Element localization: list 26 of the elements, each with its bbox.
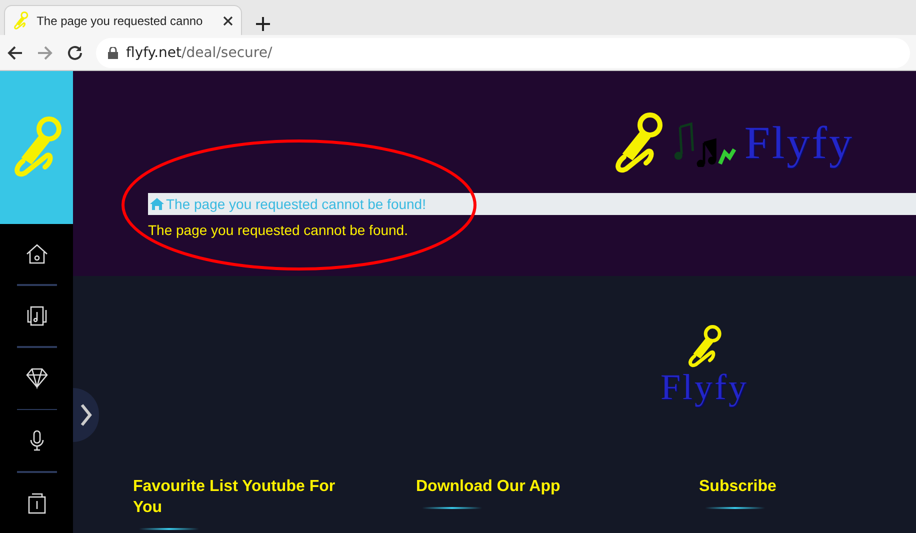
footer-heading: Subscribe — [699, 477, 778, 497]
music-notes-icon — [672, 119, 736, 167]
close-icon[interactable] — [223, 16, 233, 26]
browser-tab[interactable]: The page you requested canno — [4, 5, 242, 35]
diamond-icon — [24, 366, 48, 390]
microphone-icon — [13, 10, 29, 30]
breadcrumb-text: The page you requested cannot be found! — [166, 196, 426, 212]
logo-text: Flyfy — [660, 368, 748, 405]
lock-icon — [108, 46, 118, 58]
microphone-icon — [686, 324, 723, 369]
url-host: flyfy.net — [126, 44, 182, 60]
footer-heading: Download Our App — [416, 477, 562, 497]
back-icon[interactable] — [6, 44, 24, 62]
footer-heading: Favourite List Youtube For You — [133, 477, 336, 518]
forward-icon[interactable] — [36, 44, 54, 62]
error-message: The page you requested cannot be found. — [148, 222, 409, 238]
home-icon — [150, 198, 164, 210]
music-album-icon — [24, 304, 48, 328]
address-bar[interactable]: flyfy.net/deal/secure/ — [96, 38, 910, 68]
expand-arrow-button[interactable] — [73, 388, 99, 442]
logo-text: Flyfy — [744, 120, 854, 166]
home-icon — [24, 242, 48, 266]
chevron-right-icon — [80, 403, 92, 427]
url-path: /deal/secure/ — [182, 44, 272, 60]
reload-icon[interactable] — [66, 44, 84, 62]
tab-title: The page you requested canno — [36, 14, 204, 28]
